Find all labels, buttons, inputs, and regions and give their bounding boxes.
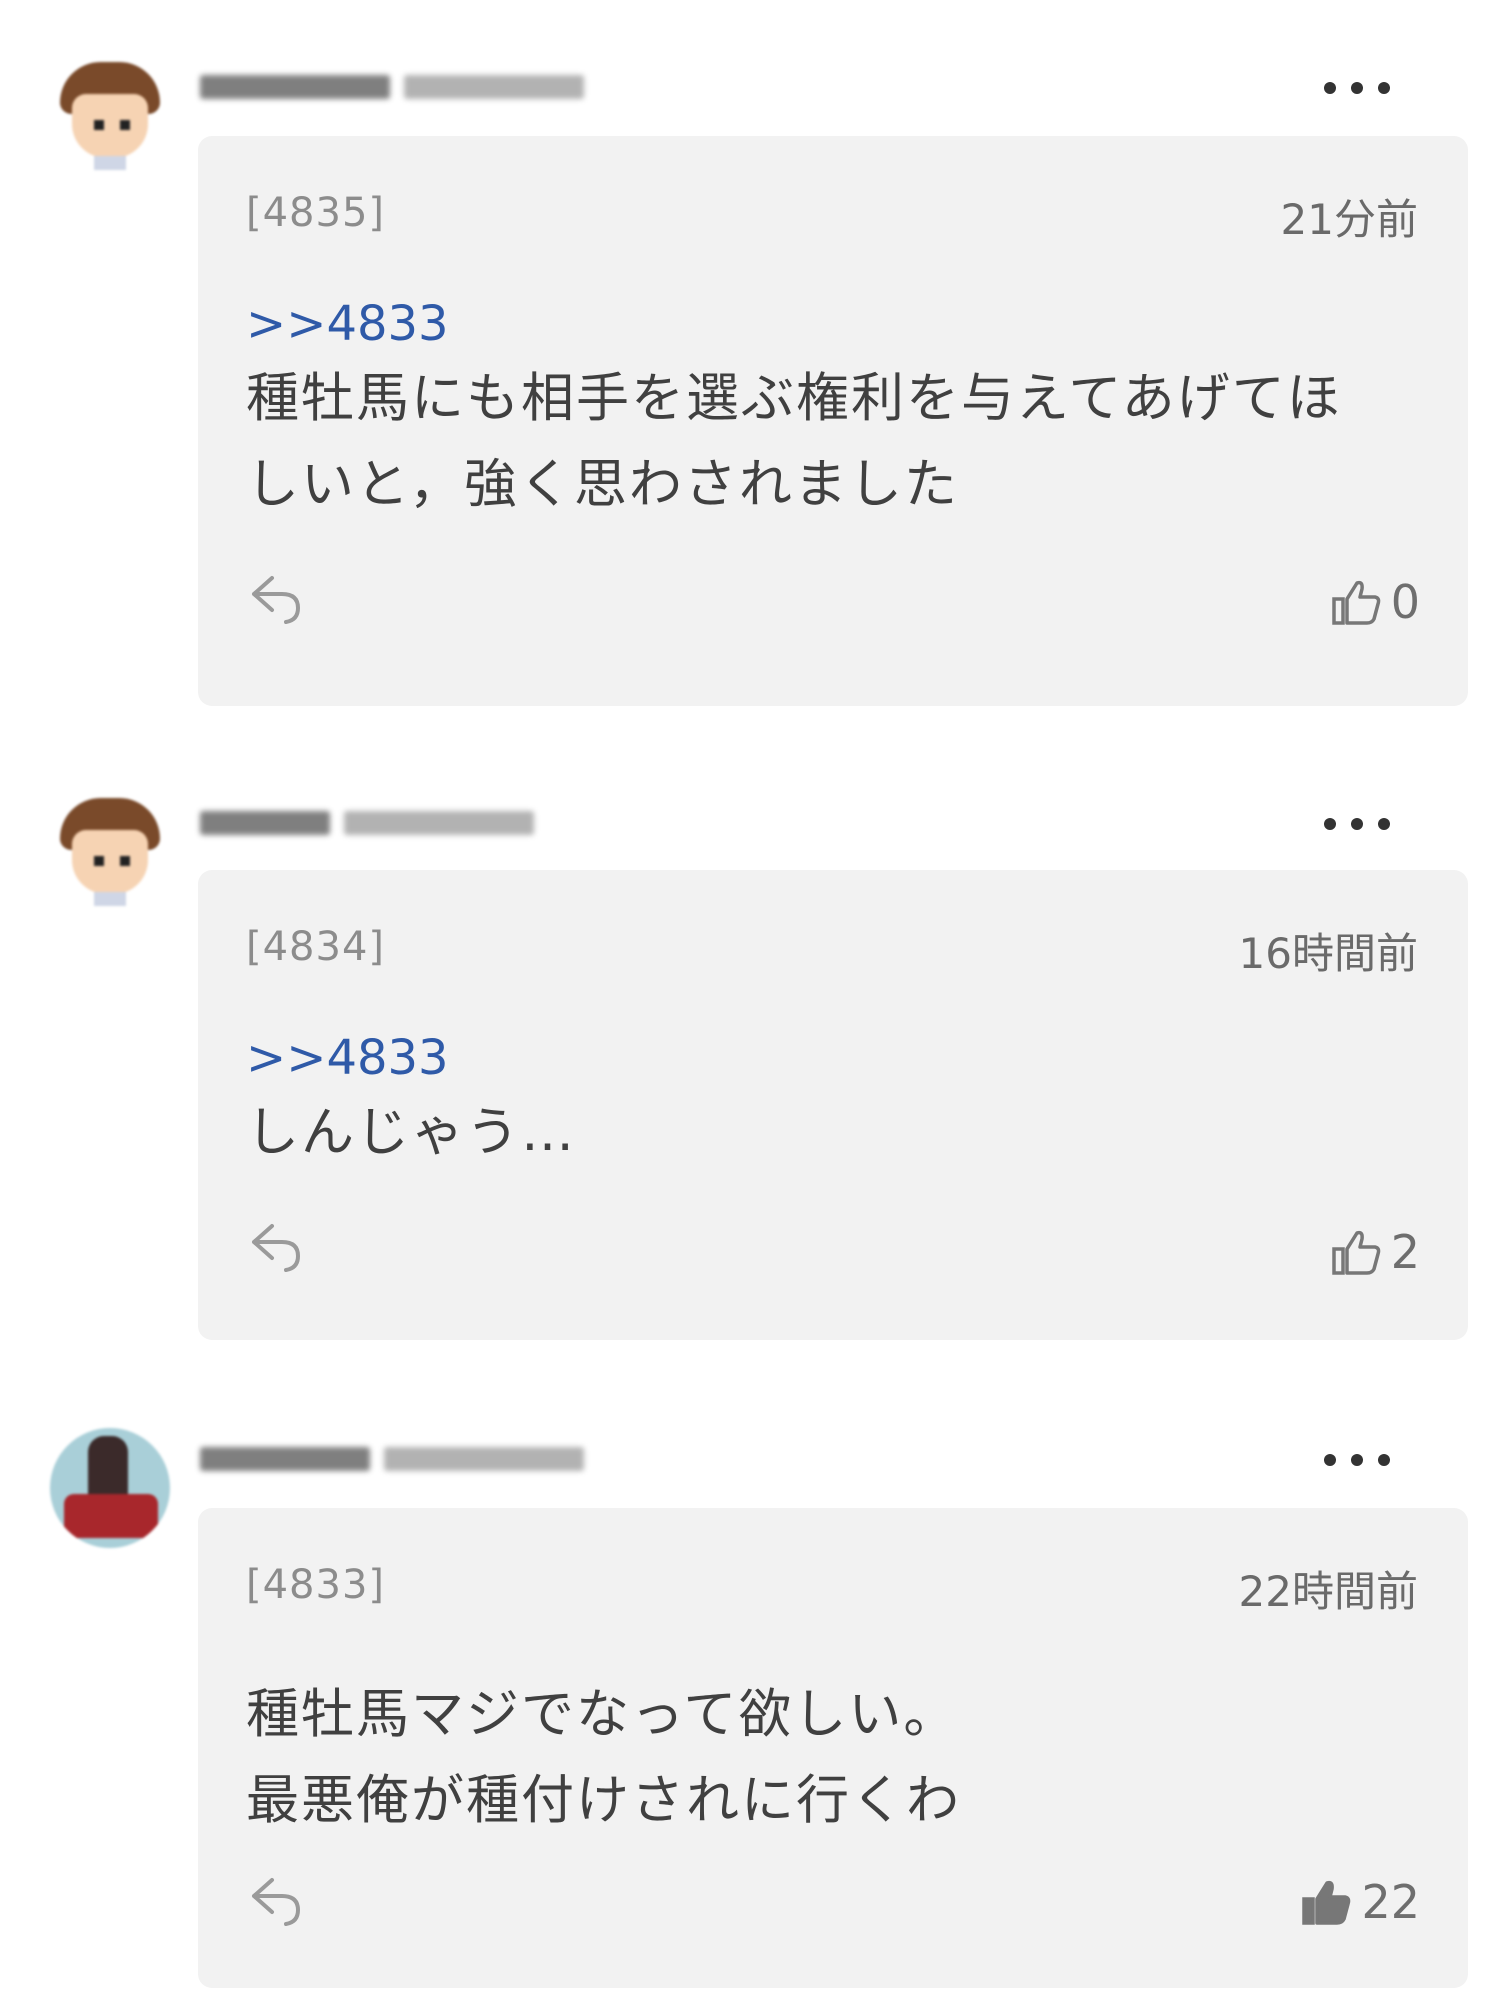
like-button[interactable]: 22 [1301,1874,1420,1930]
username-blurred[interactable] [200,806,534,840]
reply-reference-link[interactable]: >>4833 [246,292,1342,356]
thumbs-up-icon [1302,1880,1351,1925]
comment-card: [4833] 22時間前 種牡馬マジでなって欲しい。 最悪俺が種付けされに行くわ… [198,1508,1468,1988]
comment-body: >>4833 種牡馬にも相手を選ぶ権利を与えてあげてほ しいと，強く思わされまし… [246,292,1342,528]
comment-number: [4833] [246,1562,386,1608]
thumbs-up-icon [1331,1230,1381,1275]
more-dots-icon[interactable] [1324,1450,1390,1470]
more-dots-icon[interactable] [1324,78,1390,98]
comment-text-line: しいと，強く思わされました [246,454,959,515]
reply-arrow-icon[interactable] [246,1872,306,1928]
like-count: 2 [1390,1225,1420,1279]
more-dots-icon[interactable] [1324,814,1390,834]
like-button[interactable]: 2 [1331,1224,1420,1280]
like-button[interactable]: 0 [1331,574,1420,630]
like-count: 22 [1361,1875,1420,1929]
comment-text-line: 種牡馬にも相手を選ぶ権利を与えてあげてほ [246,368,1342,429]
reply-reference-link[interactable]: >>4833 [246,1026,576,1090]
comment-text-line: しんじゃう… [246,1102,576,1163]
user-avatar[interactable] [50,1428,170,1548]
reply-arrow-icon[interactable] [246,570,306,626]
comment-body: 種牡馬マジでなって欲しい。 最悪俺が種付けされに行くわ [246,1672,961,1844]
comment-timestamp: 21分前 [1280,195,1418,244]
comment-number: [4834] [246,924,386,970]
comment-body: >>4833 しんじゃう… [246,1026,576,1176]
user-avatar[interactable] [50,792,170,912]
comment-timestamp: 16時間前 [1238,929,1418,978]
comment-text-line: 最悪俺が種付けされに行くわ [246,1770,961,1831]
comment-card: [4834] 16時間前 >>4833 しんじゃう… 2 [198,870,1468,1340]
reply-arrow-icon[interactable] [246,1218,306,1274]
thumbs-up-icon [1331,580,1381,625]
username-blurred[interactable] [200,70,584,104]
like-count: 0 [1390,575,1420,629]
username-blurred[interactable] [200,1442,584,1476]
user-avatar[interactable] [50,56,170,176]
comment-text-line: 種牡馬マジでなって欲しい。 [246,1684,959,1745]
comment-timestamp: 22時間前 [1238,1567,1418,1616]
comment-number: [4835] [246,190,386,236]
comment-card: [4835] 21分前 >>4833 種牡馬にも相手を選ぶ権利を与えてあげてほ … [198,136,1468,706]
